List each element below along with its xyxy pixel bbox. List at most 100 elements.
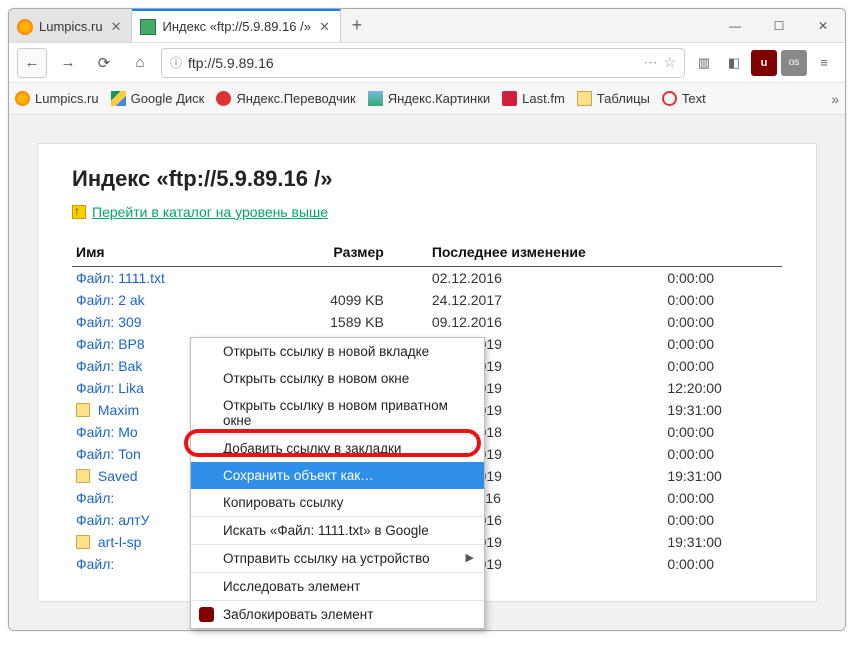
up-directory-link[interactable]: Перейти в каталог на уровень выше (72, 204, 782, 220)
folder-icon (76, 403, 90, 417)
bookmark-star-icon[interactable]: ☆ (663, 54, 676, 71)
file-link[interactable]: art-l-sp (94, 534, 141, 550)
favicon-ftp (140, 19, 156, 35)
menu-save-as[interactable]: Сохранить объект как… (191, 462, 484, 489)
titlebar: Lumpics.ru ✕ Индекс «ftp://5.9.89.16 /» … (9, 9, 845, 43)
forward-button[interactable]: → (53, 48, 83, 78)
file-date-cell: 02.12.2016 (428, 267, 664, 290)
file-link[interactable]: Файл: алтУ (76, 512, 149, 528)
minimize-icon[interactable]: — (713, 9, 757, 42)
bookmark-lastfm[interactable]: Last.fm (502, 91, 565, 106)
table-row: Файл: 2 ak4099 KB24.12.20170:00:00 (72, 289, 782, 311)
tab-label: Lumpics.ru (39, 19, 103, 34)
maximize-icon[interactable]: ☐ (757, 9, 801, 42)
file-link[interactable]: Файл: Mo (76, 424, 138, 440)
menu-inspect-element[interactable]: Исследовать элемент (191, 573, 484, 601)
file-link[interactable]: Saved (94, 468, 138, 484)
tab-lumpics[interactable]: Lumpics.ru ✕ (9, 9, 132, 42)
file-link[interactable]: Файл: Ton (76, 446, 141, 462)
menu-copy-link[interactable]: Копировать ссылку (191, 489, 484, 517)
bookmarks-bar: Lumpics.ru Google Диск Яндекс.Переводчик… (9, 83, 845, 115)
file-link[interactable]: Файл: 2 ak (76, 292, 145, 308)
menu-icon[interactable]: ≡ (811, 50, 837, 76)
context-menu: Открыть ссылку в новой вкладке Открыть с… (190, 337, 485, 629)
table-row: Файл: 309 1589 KB 09.12.20160:00:00 (72, 311, 782, 333)
info-icon[interactable]: ⓘ (170, 54, 182, 71)
menu-search-google[interactable]: Искать «Файл: 1111.txt» в Google (191, 517, 484, 545)
extension-icon[interactable]: os (781, 50, 807, 76)
file-time-cell: 0:00:00 (663, 267, 782, 290)
file-size-cell: 4099 KB (256, 289, 388, 311)
ublock-icon[interactable]: u (751, 50, 777, 76)
file-time-cell: 0:00:00 (663, 355, 782, 377)
close-icon[interactable]: ✕ (317, 19, 332, 35)
file-time-cell: 19:31:00 (663, 465, 782, 487)
bookmark-icon (15, 91, 30, 106)
file-time-cell: 0:00:00 (663, 333, 782, 355)
table-row: Файл: 1111.txt 02.12.20160:00:00 (72, 267, 782, 290)
file-date-cell: 09.12.2016 (428, 311, 664, 333)
menu-bookmark-link[interactable]: Добавить ссылку в закладки (191, 435, 484, 462)
col-modified: Последнее изменение (428, 238, 782, 267)
close-icon[interactable]: ✕ (109, 19, 124, 35)
file-link[interactable]: Maxim (94, 402, 139, 418)
file-time-cell: 0:00:00 (663, 509, 782, 531)
file-link[interactable]: Файл: (76, 556, 114, 572)
url-bar[interactable]: ⓘ ⋯ ☆ (161, 48, 685, 78)
file-name-cell: Файл: 1111.txt (72, 267, 256, 290)
file-link[interactable]: Файл: Bak (76, 358, 142, 374)
file-time-cell: 0:00:00 (663, 311, 782, 333)
file-link[interactable]: Файл: 309 (76, 314, 142, 330)
menu-send-to-device[interactable]: Отправить ссылку на устройство▶ (191, 545, 484, 573)
file-time-cell: 0:00:00 (663, 443, 782, 465)
menu-block-element[interactable]: Заблокировать элемент (191, 601, 484, 628)
bookmark-icon (502, 91, 517, 106)
reload-button[interactable]: ⟳ (89, 48, 119, 78)
folder-icon (577, 91, 592, 106)
toolbar-icons: ▥ ◧ u os ≡ (691, 50, 837, 76)
close-icon[interactable]: ✕ (801, 9, 845, 42)
tab-ftp-index[interactable]: Индекс «ftp://5.9.89.16 /» ✕ (132, 9, 340, 42)
bookmark-lumpics[interactable]: Lumpics.ru (15, 91, 99, 106)
up-folder-icon (72, 205, 86, 219)
file-link[interactable]: Файл: Lika (76, 380, 144, 396)
file-time-cell: 19:31:00 (663, 531, 782, 553)
bookmark-tables[interactable]: Таблицы (577, 91, 650, 106)
file-time-cell: 0:00:00 (663, 553, 782, 575)
file-size-cell: 1589 KB (256, 311, 388, 333)
navbar: ← → ⟳ ⌂ ⓘ ⋯ ☆ ▥ ◧ u os ≡ (9, 43, 845, 83)
file-time-cell: 12:20:00 (663, 377, 782, 399)
library-icon[interactable]: ▥ (691, 50, 717, 76)
col-name: Имя (72, 238, 256, 267)
file-name-cell: Файл: 2 ak (72, 289, 256, 311)
file-date-cell: 24.12.2017 (428, 289, 664, 311)
back-button[interactable]: ← (17, 48, 47, 78)
file-link[interactable]: Файл: BP8 (76, 336, 145, 352)
file-size-cell (256, 267, 388, 290)
submenu-arrow-icon: ▶ (466, 551, 474, 564)
sidebar-icon[interactable]: ◧ (721, 50, 747, 76)
menu-open-private-window[interactable]: Открыть ссылку в новом приватном окне (191, 392, 484, 435)
menu-open-new-window[interactable]: Открыть ссылку в новом окне (191, 365, 484, 392)
bookmark-yandex-images[interactable]: Яндекс.Картинки (368, 91, 490, 106)
bookmark-text[interactable]: Text (662, 91, 706, 106)
page-actions-icon[interactable]: ⋯ (643, 54, 657, 71)
window-controls: — ☐ ✕ (713, 9, 845, 42)
bookmarks-overflow-icon[interactable]: » (831, 91, 839, 107)
menu-open-new-tab[interactable]: Открыть ссылку в новой вкладке (191, 338, 484, 365)
bookmark-google-drive[interactable]: Google Диск (111, 91, 205, 106)
bookmark-icon (111, 91, 126, 106)
ublock-icon (199, 607, 214, 622)
folder-icon (76, 469, 90, 483)
bookmark-icon (216, 91, 231, 106)
page-title: Индекс «ftp://5.9.89.16 /» (72, 166, 782, 192)
new-tab-button[interactable]: + (341, 9, 373, 42)
bookmark-yandex-translate[interactable]: Яндекс.Переводчик (216, 91, 355, 106)
file-link[interactable]: Файл: 1111.txt (76, 270, 165, 286)
tab-label: Индекс «ftp://5.9.89.16 /» (162, 19, 310, 34)
url-input[interactable] (188, 55, 637, 71)
file-time-cell: 0:00:00 (663, 487, 782, 509)
file-link[interactable]: Файл: (76, 490, 114, 506)
file-name-cell: Файл: 309 (72, 311, 256, 333)
home-button[interactable]: ⌂ (125, 48, 155, 78)
